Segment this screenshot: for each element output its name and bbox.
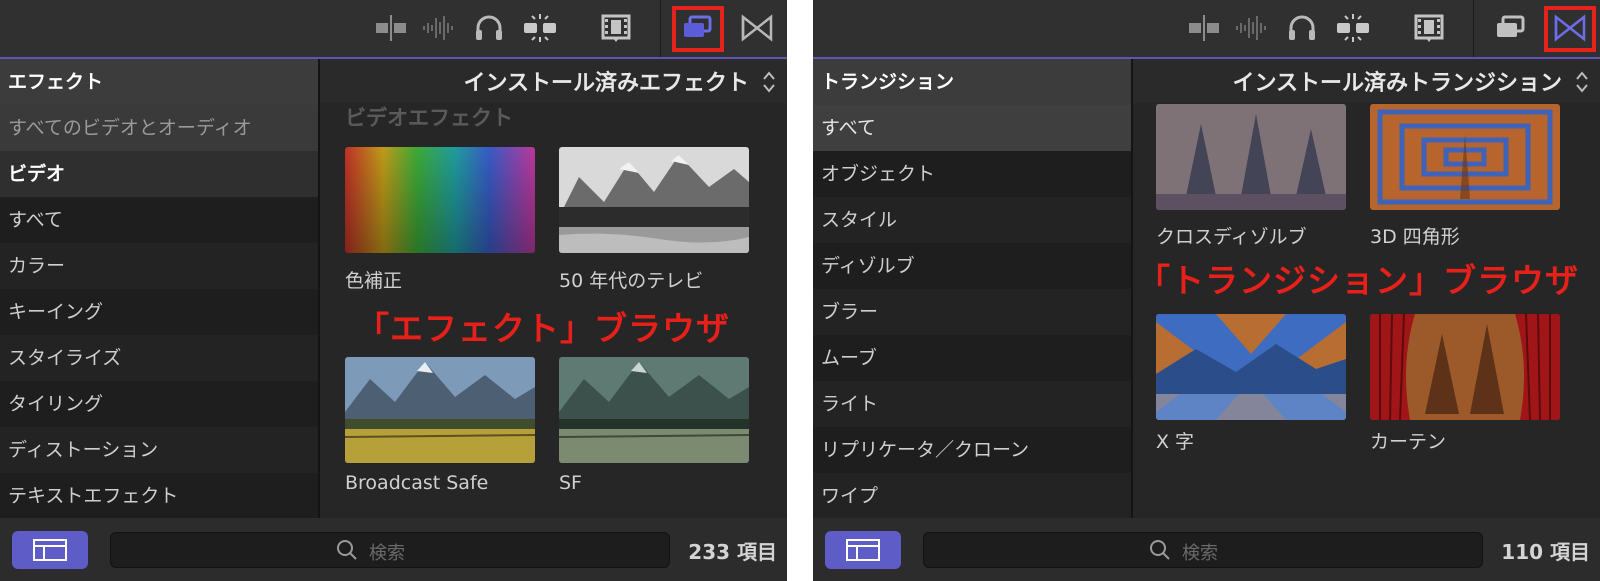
effects-button-highlight [672,6,724,52]
effects-browser-caption: 「エフェクト」ブラウザ [356,309,730,348]
headphones-icon[interactable] [1283,11,1321,45]
sidebar-item-movements[interactable]: ムーブ [813,335,1131,381]
search-field[interactable]: 検索 [110,532,670,568]
content-header[interactable]: インストール済みエフェクト [320,59,787,103]
sidebar-item-tiling[interactable]: タイリング [0,381,318,427]
browser-title[interactable]: インストール済みトランジション [1232,65,1562,97]
effects-browser-icon[interactable] [1492,11,1530,45]
sidebar-item-distortion[interactable]: ディストーション [0,427,318,473]
chevron-updown-icon[interactable] [1574,69,1590,95]
effects-sidebar: エフェクト すべてのビデオとオーディオ ビデオ すべて カラー キーイング スタ… [0,59,318,518]
effect-thumbnail-sf[interactable] [559,357,749,463]
sidebar-item-color[interactable]: カラー [0,243,318,289]
effects-browser-panel: エフェクト すべてのビデオとオーディオ ビデオ すべて カラー キーイング スタ… [0,0,787,581]
transitions-browser-panel: トランジション すべて オブジェクト スタイル ディゾルブ ブラー ムーブ ライ… [813,0,1600,581]
sidebar-item-stylize[interactable]: スタイライズ [0,335,318,381]
sidebar-item-keying[interactable]: キーイング [0,289,318,335]
sidebar-item-all-video-audio[interactable]: すべてのビデオとオーディオ [0,105,318,151]
item-count: 110 項目 [1501,540,1590,564]
transition-label: 3D 四角形 [1370,226,1460,248]
browser-layout-icon [846,539,880,561]
browser-layout-icon [33,539,67,561]
transition-thumbnail-x-shape[interactable] [1156,314,1346,420]
search-placeholder: 検索 [369,543,405,564]
toolbar [0,0,787,58]
search-field[interactable]: 検索 [923,532,1483,568]
toolbar [813,0,1600,58]
transitions-sidebar: トランジション すべて オブジェクト スタイル ディゾルブ ブラー ムーブ ライ… [813,59,1131,518]
sidebar-header: エフェクト [0,59,318,105]
browser-footer: 検索 110 項目 [813,518,1600,581]
transitions-button-highlight [1544,6,1596,52]
sidebar-header: トランジション [813,59,1131,105]
audio-waveform-icon[interactable] [1233,11,1271,45]
sidebar-item-text-effects[interactable]: テキストエフェクト [0,473,318,518]
transition-label: X 字 [1156,431,1195,453]
transition-label: クロスディゾルブ [1156,226,1307,248]
item-count: 233 項目 [688,540,777,564]
audio-waveform-icon[interactable] [420,11,458,45]
effect-thumbnail-color-correction[interactable] [345,147,535,253]
sidebar-item-lights[interactable]: ライト [813,381,1131,427]
solo-split-icon[interactable] [521,11,559,45]
sidebar-item-replicator-clones[interactable]: リプリケータ／クローン [813,427,1131,473]
sidebar-item-blurs[interactable]: ブラー [813,289,1131,335]
sidebar-item-stylized[interactable]: スタイル [813,197,1131,243]
transition-label: カーテン [1370,431,1447,453]
layout-toggle-button[interactable] [825,531,901,569]
transitions-browser-caption: 「トランジション」ブラウザ [1137,261,1579,300]
content-header[interactable]: インストール済みトランジション [1133,59,1600,103]
search-icon [1150,540,1170,560]
filmstrip-icon[interactable] [1410,11,1448,45]
sidebar-item-all[interactable]: すべて [813,105,1131,151]
effect-label: SF [559,472,582,494]
solo-split-icon[interactable] [1334,11,1372,45]
sidebar-item-all[interactable]: すべて [0,197,318,243]
video-clip-icon[interactable] [1185,11,1223,45]
section-label: ビデオエフェクト [345,106,513,130]
search-placeholder: 検索 [1182,543,1218,564]
transition-thumbnail-cross-dissolve[interactable] [1156,104,1346,210]
effect-label: 50 年代のテレビ [559,270,704,292]
search-icon [337,540,357,560]
browser-footer: 検索 233 項目 [0,518,787,581]
filmstrip-icon[interactable] [597,11,635,45]
chevron-updown-icon[interactable] [761,69,777,95]
transition-thumbnail-3d-rectangle[interactable] [1370,104,1560,210]
sidebar-group-video[interactable]: ビデオ [0,151,318,197]
effect-thumbnail-50s-tv[interactable] [559,147,749,253]
layout-toggle-button[interactable] [12,531,88,569]
transition-thumbnail-curtain[interactable] [1370,314,1560,420]
effect-label: 色補正 [345,270,403,292]
transitions-browser-icon[interactable] [738,11,776,45]
effect-label: Broadcast Safe [345,472,489,494]
headphones-icon[interactable] [470,11,508,45]
sidebar-item-dissolves[interactable]: ディゾルブ [813,243,1131,289]
sidebar-item-objects[interactable]: オブジェクト [813,151,1131,197]
browser-title[interactable]: インストール済みエフェクト [463,65,749,97]
video-clip-icon[interactable] [372,11,410,45]
sidebar-item-wipes[interactable]: ワイプ [813,473,1131,518]
effect-thumbnail-broadcast-safe[interactable] [345,357,535,463]
